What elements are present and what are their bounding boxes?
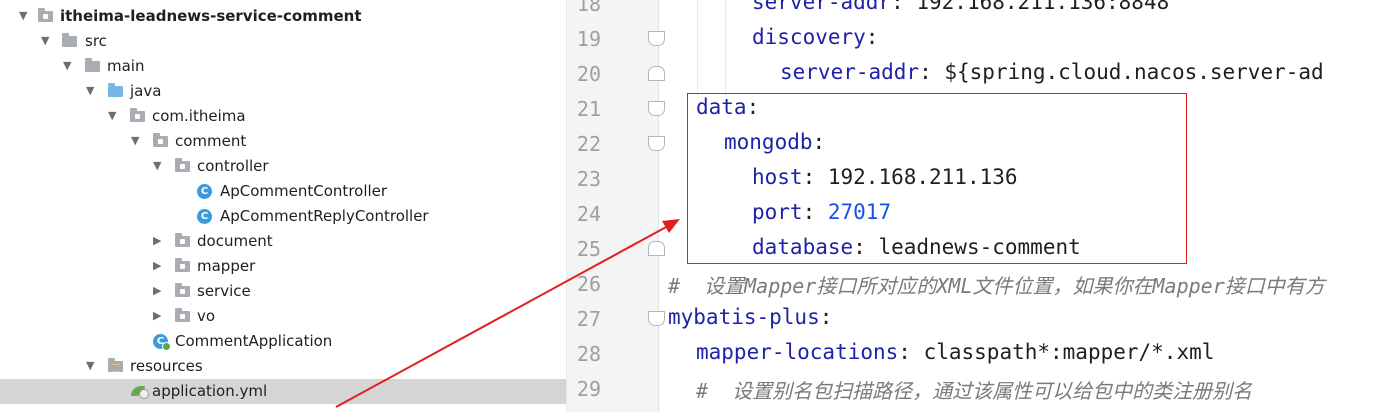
tree-item-class[interactable]: C ApCommentController xyxy=(0,179,566,204)
chevron-down-icon[interactable]: ▼ xyxy=(41,34,49,47)
line-number: 18 xyxy=(576,0,601,16)
tree-item-label: ApCommentController xyxy=(220,182,388,200)
chevron-down-icon[interactable]: ▼ xyxy=(131,134,139,147)
line-number: 23 xyxy=(576,167,601,191)
yaml-key: mapper-locations xyxy=(696,340,899,364)
line-number: 29 xyxy=(576,377,601,401)
tree-item-label: service xyxy=(197,282,251,300)
package-icon xyxy=(175,233,190,247)
java-class-icon: C xyxy=(197,209,212,224)
yaml-key: mybatis-plus xyxy=(668,305,820,329)
tree-item-resources[interactable]: ▼ resources xyxy=(0,354,566,379)
folder-icon xyxy=(85,58,100,72)
tree-item-label: application.yml xyxy=(152,382,268,400)
spring-boot-app-icon: C xyxy=(153,334,171,351)
package-icon xyxy=(130,108,145,122)
tree-item-label: vo xyxy=(197,307,216,325)
tree-item-main[interactable]: ▼ main xyxy=(0,54,566,79)
yaml-key: server-addr xyxy=(752,0,892,14)
chevron-right-icon[interactable]: ▶ xyxy=(153,259,161,272)
tree-item-label: mapper xyxy=(197,257,256,275)
line-number: 24 xyxy=(576,202,601,226)
code-line-20: server-addr: ${spring.cloud.nacos.server… xyxy=(780,60,1324,84)
tree-item-label: controller xyxy=(197,157,269,175)
indent-guide xyxy=(697,0,698,95)
chevron-right-icon[interactable]: ▶ xyxy=(153,284,161,297)
code-line-28: mapper-locations: classpath*:mapper/*.xm… xyxy=(696,340,1215,364)
tree-item-application-yml[interactable]: application.yml xyxy=(0,379,566,404)
package-icon xyxy=(153,133,168,147)
code-line-19: discovery: xyxy=(752,25,879,49)
tree-item-label: document xyxy=(197,232,273,250)
annotation-highlight-box xyxy=(687,93,1187,264)
chevron-right-icon[interactable]: ▶ xyxy=(153,234,161,247)
tree-item-label: ApCommentReplyController xyxy=(220,207,429,225)
tree-item-label: main xyxy=(107,57,145,75)
tree-item-label: comment xyxy=(175,132,247,150)
tree-item-label: CommentApplication xyxy=(175,332,333,350)
tree-item-src[interactable]: ▼ src xyxy=(0,29,566,54)
tree-item-document[interactable]: ▶ document xyxy=(0,229,566,254)
chevron-down-icon[interactable]: ▼ xyxy=(153,159,161,172)
chevron-right-icon[interactable]: ▶ xyxy=(153,309,161,322)
line-number: 19 xyxy=(576,27,601,51)
chevron-down-icon[interactable]: ▼ xyxy=(86,359,94,372)
tree-item-label: com.itheima xyxy=(152,107,246,125)
source-root-folder-icon xyxy=(108,83,123,97)
line-number: 25 xyxy=(576,237,601,261)
tree-item-service[interactable]: ▶ service xyxy=(0,279,566,304)
code-line-18: server-addr: 192.168.211.136:8848 xyxy=(752,0,1169,14)
yaml-config-icon xyxy=(131,386,149,399)
line-number: 27 xyxy=(576,307,601,331)
tree-item-application-class[interactable]: C CommentApplication xyxy=(0,329,566,354)
tree-item-java[interactable]: ▼ java xyxy=(0,79,566,104)
code-line-29-comment: # 设置别名包扫描路径，通过该属性可以给包中的类注册别名 xyxy=(696,379,1253,403)
project-tree-panel: ▼ itheima-leadnews-service-comment ▼ src… xyxy=(0,0,567,412)
chevron-down-icon[interactable]: ▼ xyxy=(86,84,94,97)
yaml-value: 192.168.211.136:8848 xyxy=(916,0,1170,14)
package-icon xyxy=(175,158,190,172)
code-line-26-comment: # 设置Mapper接口所对应的XML文件位置，如果你在Mapper接口中有方 xyxy=(668,274,1325,298)
yaml-value: classpath*:mapper/*.xml xyxy=(923,340,1215,364)
fold-marker-icon[interactable] xyxy=(648,31,665,46)
java-class-icon: C xyxy=(197,184,212,199)
fold-end-marker-icon[interactable] xyxy=(648,241,665,256)
chevron-down-icon[interactable]: ▼ xyxy=(108,109,116,122)
tree-item-label: resources xyxy=(130,357,203,375)
tree-item-label: src xyxy=(85,32,107,50)
line-number: 28 xyxy=(576,342,601,366)
yaml-key: server-addr xyxy=(780,60,920,84)
tree-item-label: java xyxy=(130,82,162,100)
line-number: 21 xyxy=(576,97,601,121)
fold-marker-icon[interactable] xyxy=(648,101,665,116)
folder-icon xyxy=(62,33,77,47)
tree-item-label: itheima-leadnews-service-comment xyxy=(60,7,362,25)
tree-item-controller[interactable]: ▼ controller xyxy=(0,154,566,179)
package-icon xyxy=(175,258,190,272)
fold-marker-icon[interactable] xyxy=(648,311,665,326)
tree-item-class[interactable]: C ApCommentReplyController xyxy=(0,204,566,229)
module-folder-icon xyxy=(38,8,53,22)
code-line-27: mybatis-plus: xyxy=(668,305,833,329)
chevron-down-icon[interactable]: ▼ xyxy=(19,9,27,22)
resources-folder-icon xyxy=(108,358,123,372)
chevron-down-icon[interactable]: ▼ xyxy=(63,59,71,72)
indent-guide xyxy=(725,0,726,95)
package-icon xyxy=(175,308,190,322)
line-number: 20 xyxy=(576,62,601,86)
yaml-value: ${spring.cloud.nacos.server-ad xyxy=(944,60,1324,84)
fold-marker-icon[interactable] xyxy=(648,136,665,151)
tree-item-module[interactable]: ▼ itheima-leadnews-service-comment xyxy=(0,4,566,29)
tree-item-comment[interactable]: ▼ comment xyxy=(0,129,566,154)
package-icon xyxy=(175,283,190,297)
line-number: 26 xyxy=(576,272,601,296)
fold-end-marker-icon[interactable] xyxy=(648,66,665,81)
tree-item-mapper[interactable]: ▶ mapper xyxy=(0,254,566,279)
yaml-key: discovery xyxy=(752,25,866,49)
tree-item-vo[interactable]: ▶ vo xyxy=(0,304,566,329)
line-number: 22 xyxy=(576,132,601,156)
tree-item-package[interactable]: ▼ com.itheima xyxy=(0,104,566,129)
